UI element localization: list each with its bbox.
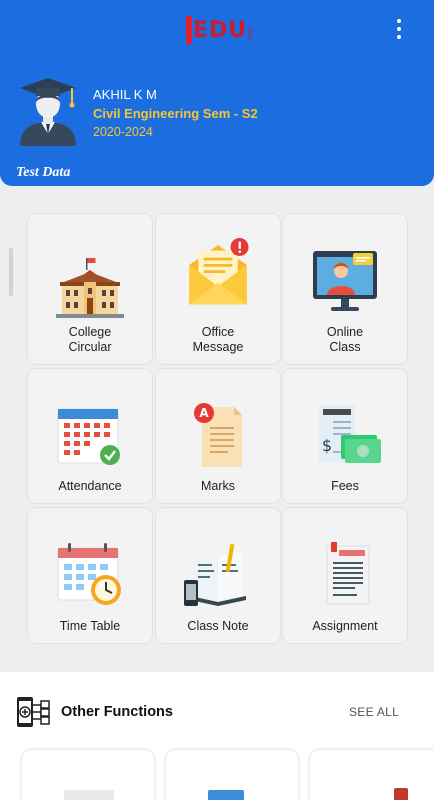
tile-label: Marks <box>200 479 236 493</box>
brand-name: EDU <box>193 18 248 43</box>
student-course: Civil Engineering Sem - S2 <box>93 106 258 121</box>
mail-envelope-icon <box>189 238 249 305</box>
app-screen: EDU PRO AKHIL K M Civil Engineering Sem … <box>0 0 434 800</box>
function-card[interactable] <box>22 750 154 800</box>
tile-label: Fees <box>331 479 359 493</box>
function-card[interactable] <box>310 750 434 800</box>
graduate-avatar-icon <box>20 78 76 146</box>
brand-logo: EDU PRO <box>186 14 258 44</box>
tile-label: Assignment <box>312 619 378 633</box>
tile-attendance[interactable]: Attendance <box>27 368 153 504</box>
tile-label: Online Class <box>326 325 364 354</box>
tile-class-note[interactable]: Class Note <box>155 507 281 644</box>
notebook-icon <box>184 543 246 606</box>
tile-assignment[interactable]: Assignment <box>282 507 408 644</box>
see-all-link[interactable]: SEE ALL <box>349 705 399 719</box>
online-class-icon <box>313 251 377 311</box>
profile-info: AKHIL K M Civil Engineering Sem - S2 202… <box>93 87 258 141</box>
function-card[interactable] <box>166 750 298 800</box>
college-building-icon <box>56 258 124 318</box>
assignment-document-icon <box>326 542 370 605</box>
card-thumbnail <box>394 788 408 800</box>
marks-paper-icon: A <box>194 403 242 467</box>
more-vert-icon[interactable] <box>390 16 408 42</box>
svg-text:A: A <box>199 406 209 420</box>
other-functions-title: Other Functions <box>61 704 173 720</box>
tile-label: Attendance <box>58 479 122 493</box>
tile-office-message[interactable]: Office Message <box>155 213 281 365</box>
tile-college-circular[interactable]: College Circular <box>27 213 153 365</box>
brand-sub: PRO <box>248 26 255 40</box>
test-data-label: Test Data <box>16 165 71 180</box>
calendar-clock-icon <box>57 543 121 605</box>
calendar-check-icon <box>57 408 120 465</box>
svg-text:$: $ <box>322 436 332 455</box>
fees-receipt-icon: $ <box>319 405 381 463</box>
tile-label: Time Table <box>59 619 121 633</box>
card-thumbnail <box>208 790 244 800</box>
card-thumbnail <box>64 790 114 800</box>
student-name: AKHIL K M <box>93 87 157 102</box>
logo-mark-icon <box>186 16 192 44</box>
tile-fees[interactable]: $ Fees <box>282 368 408 504</box>
mobile-functions-icon <box>17 697 50 727</box>
app-header: EDU PRO AKHIL K M Civil Engineering Sem … <box>0 0 434 186</box>
tile-online-class[interactable]: Online Class <box>282 213 408 365</box>
scroll-indicator[interactable] <box>9 248 13 296</box>
tile-time-table[interactable]: Time Table <box>27 507 153 644</box>
tile-label: College Circular <box>68 325 112 354</box>
tile-label: Office Message <box>192 325 244 354</box>
tile-label: Class Note <box>187 619 249 633</box>
student-batch: 2020-2024 <box>93 125 153 139</box>
tile-marks[interactable]: A Marks <box>155 368 281 504</box>
